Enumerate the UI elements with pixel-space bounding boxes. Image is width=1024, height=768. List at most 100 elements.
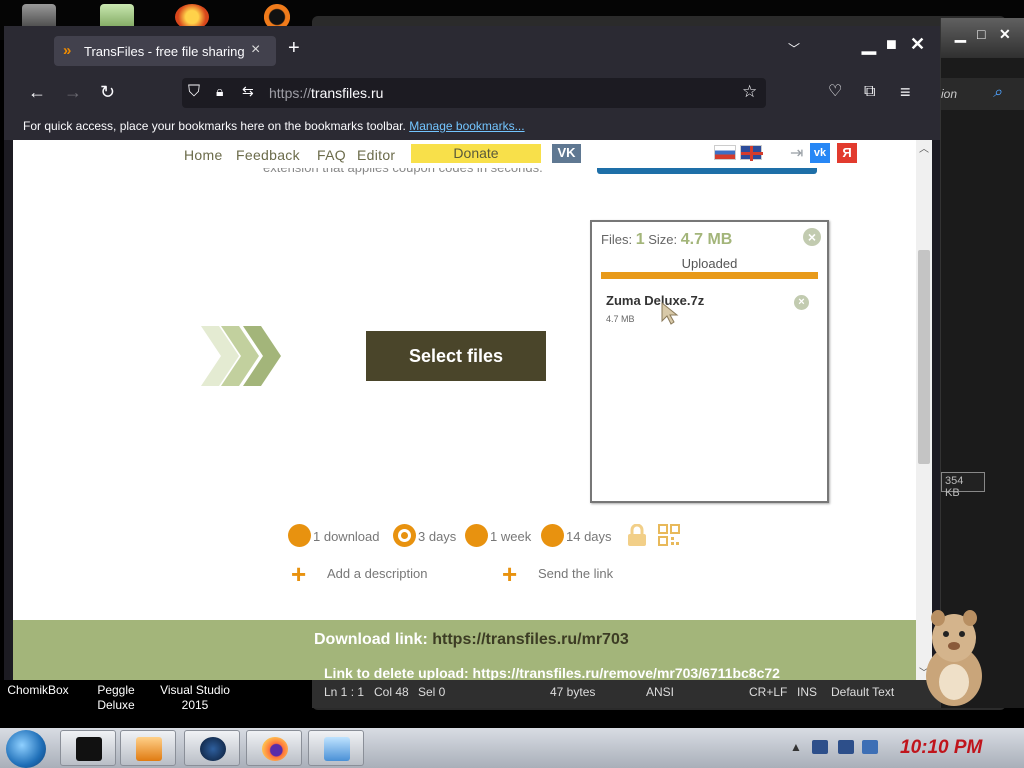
upload-progress-fill — [601, 272, 818, 279]
english-flag-icon[interactable] — [740, 145, 763, 161]
desktop-label-peggle[interactable]: Peggle Deluxe — [86, 683, 146, 713]
pocket-icon[interactable]: ♡ — [828, 82, 842, 102]
bookmark-star-icon[interactable]: ☆ — [742, 82, 757, 102]
tab-close-icon[interactable]: × — [251, 41, 260, 59]
file-name: Zuma Deluxe.7z — [606, 293, 705, 308]
start-button-icon[interactable] — [6, 730, 46, 768]
vk-login-icon[interactable]: vk — [810, 143, 830, 163]
browser-window: » TransFiles - free file sharing s × + ﹀… — [4, 26, 940, 680]
nav-faq[interactable]: FAQ — [317, 147, 346, 163]
radio-1-week-icon[interactable] — [465, 524, 488, 547]
extensions-icon[interactable]: ⧉ — [864, 82, 875, 102]
tray-network-icon[interactable] — [812, 740, 828, 754]
taskbar-app-3[interactable] — [184, 730, 240, 766]
size-value: 4.7 MB — [680, 231, 733, 248]
bookmarks-hint: For quick access, place your bookmarks h… — [23, 119, 406, 133]
add-description-link[interactable]: Add a description — [327, 566, 427, 581]
close-icon[interactable]: ✕ — [999, 26, 1011, 43]
desktop-label-peggle-line1: Peggle — [97, 683, 135, 697]
manage-bookmarks-link[interactable]: Manage bookmarks... — [409, 119, 524, 133]
links-panel: Download link: https://transfiles.ru/mr7… — [13, 620, 916, 680]
taskbar-firefox[interactable] — [246, 730, 302, 766]
add-description-plus-icon[interactable]: + — [291, 561, 306, 587]
select-files-button[interactable]: Select files — [366, 331, 546, 381]
scroll-up-icon[interactable]: ︿ — [919, 140, 929, 155]
media-player-icon — [136, 737, 162, 761]
delete-link-row[interactable]: Link to delete upload: https://transfile… — [324, 665, 780, 680]
desktop-label-chomikbox[interactable]: ChomikBox — [6, 683, 70, 698]
background-window-titlebar[interactable]: ▁ □ ✕ — [941, 18, 1024, 58]
option-14-days-label: 14 days — [566, 529, 612, 544]
nav-feedback[interactable]: Feedback — [236, 147, 300, 163]
reload-icon[interactable]: ↻ — [100, 82, 115, 102]
password-lock-icon[interactable] — [626, 524, 648, 547]
back-icon[interactable]: ← — [28, 82, 46, 102]
tab-title: TransFiles - free file sharing s — [84, 44, 244, 59]
menu-icon[interactable]: ≡ — [900, 82, 911, 102]
globe-app-icon — [200, 737, 226, 761]
arrows-logo-icon — [201, 326, 281, 386]
navigation-toolbar: ← → ↻ ⛉ 🔒︎ ⇆ https://transfiles.ru ☆ ♡ ⧉… — [4, 72, 940, 114]
tab-transfiles[interactable]: » TransFiles - free file sharing s × — [54, 36, 276, 66]
tab-list-chevron-icon[interactable]: ﹀ — [788, 40, 800, 57]
radio-14-days-icon[interactable] — [541, 524, 564, 547]
send-link-plus-icon[interactable]: + — [502, 561, 517, 587]
upload-status: Uploaded — [681, 256, 738, 271]
site-navigation: Home Feedback FAQ Editor Donate VK ⇥ vk … — [13, 140, 916, 168]
files-label: Files: — [601, 232, 633, 247]
minimize-icon[interactable]: ▁ — [862, 34, 876, 55]
cancel-upload-icon[interactable]: × — [803, 228, 821, 246]
taskbar-app-1[interactable] — [60, 730, 116, 766]
vk-button[interactable]: VK — [552, 144, 581, 163]
taskbar: ▲ 10:10 PM — [0, 728, 1024, 768]
taskbar-app-2[interactable] — [120, 730, 176, 766]
desktop-label-vs-line2: 2015 — [181, 698, 209, 712]
clock[interactable]: 10:10 PM — [900, 737, 982, 759]
background-window-toolbar: ion ⌕ — [941, 78, 1024, 110]
transfiles-favicon-icon: » — [63, 42, 72, 59]
size-label: Size: — [648, 232, 678, 247]
tray-monitor-icon[interactable] — [838, 740, 854, 754]
forward-icon[interactable]: → — [64, 82, 82, 102]
hamster-mascot-icon — [926, 610, 982, 706]
notepad-app-icon — [324, 737, 350, 761]
page-content: extension that applies coupon codes in s… — [13, 140, 916, 680]
tray-up-arrow-icon[interactable]: ▲ — [790, 740, 802, 754]
yandex-login-icon[interactable]: Я — [837, 143, 857, 163]
background-window-size: 354 KB — [941, 472, 985, 499]
download-link-url[interactable]: https://transfiles.ru/mr703 — [432, 631, 629, 648]
download-link-label: Download link: — [314, 631, 428, 648]
desktop-label-visual-studio[interactable]: Visual Studio 2015 — [155, 683, 235, 713]
maximize-icon[interactable]: □ — [977, 26, 985, 42]
nav-home[interactable]: Home — [184, 147, 223, 163]
send-link-link[interactable]: Send the link — [538, 566, 613, 581]
radio-1-download-icon[interactable] — [288, 524, 311, 547]
files-count: 1 — [635, 231, 645, 248]
nav-editor[interactable]: Editor — [357, 147, 395, 163]
maximize-icon[interactable]: ■ — [886, 34, 897, 55]
shield-icon[interactable]: ⛉ — [188, 83, 200, 101]
tray-volume-icon[interactable] — [862, 740, 878, 754]
taskbar-app-5[interactable] — [308, 730, 364, 766]
close-icon[interactable]: ✕ — [910, 34, 925, 55]
search-icon[interactable]: ⌕ — [993, 84, 1002, 102]
minimize-icon[interactable]: ▁ — [955, 26, 966, 43]
remove-file-icon[interactable]: × — [794, 295, 809, 310]
status-bytes: 47 bytes — [550, 685, 596, 699]
qr-code-icon[interactable] — [658, 524, 680, 546]
russian-flag-icon[interactable] — [714, 145, 736, 160]
download-link-row: Download link: https://transfiles.ru/mr7… — [314, 631, 629, 649]
status-selection: Sel 0 — [418, 685, 446, 699]
radio-3-days-selected-icon[interactable] — [393, 524, 416, 547]
new-tab-icon[interactable]: + — [288, 38, 300, 58]
login-icon[interactable]: ⇥ — [790, 143, 803, 163]
address-bar[interactable]: ⛉ 🔒︎ ⇆ https://transfiles.ru ☆ — [182, 78, 766, 108]
background-window: ▁ □ ✕ ion ⌕ 354 KB — [940, 18, 1024, 708]
upload-panel: Files: 1 Size: 4.7 MB × Uploaded Zuma De… — [590, 220, 829, 503]
scrollbar-thumb[interactable] — [918, 250, 930, 464]
bookmarks-toolbar: For quick access, place your bookmarks h… — [4, 114, 940, 140]
page-scrollbar[interactable]: ︿ ﹀ — [916, 140, 932, 680]
permissions-icon[interactable]: ⇆ — [242, 83, 254, 100]
donate-button[interactable]: Donate — [411, 144, 541, 163]
lock-icon[interactable]: 🔒︎ — [216, 83, 223, 100]
